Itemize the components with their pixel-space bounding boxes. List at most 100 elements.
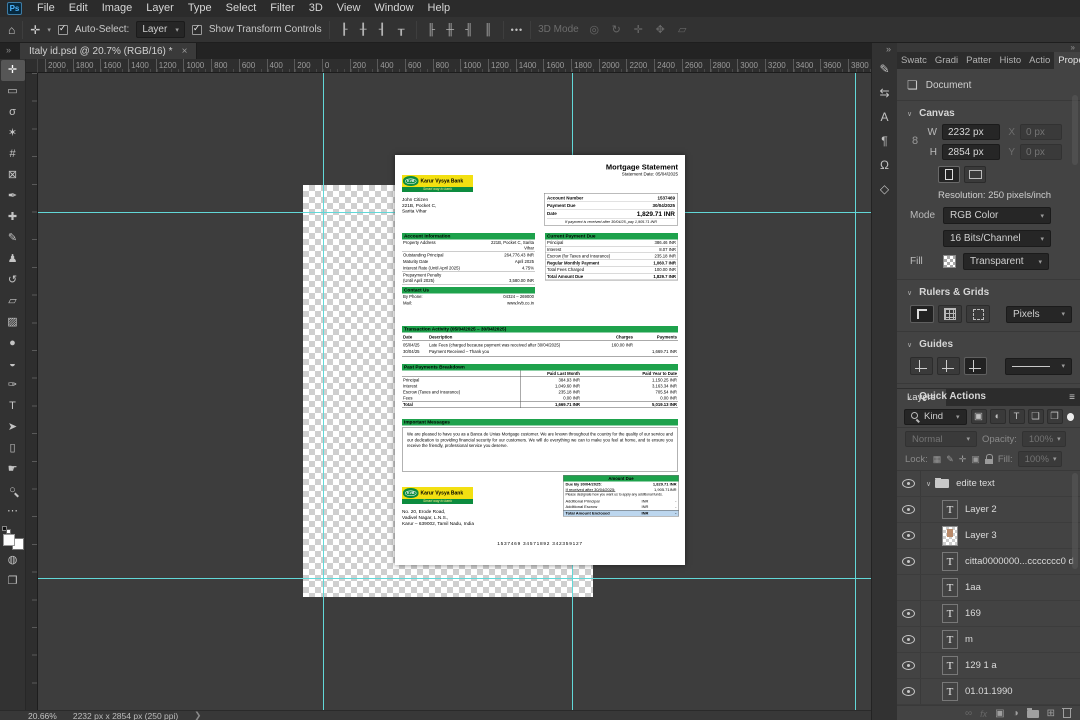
eye-icon[interactable] [902, 687, 915, 696]
ruler-units-dropdown[interactable]: Pixels ▾ [1006, 305, 1072, 323]
guide-vertical[interactable] [855, 73, 856, 710]
quick-mask-icon[interactable]: ◍ [1, 550, 25, 571]
visibility-cell[interactable] [897, 575, 921, 600]
portrait-orientation-button[interactable] [938, 166, 960, 183]
clone-stamp-tool[interactable]: ♟ [1, 249, 25, 270]
quick-actions-section-header[interactable]: ∨ Quick Actions [897, 384, 1080, 405]
brush-settings-panel-icon[interactable]: ✎ [874, 58, 896, 79]
3d-panel-icon[interactable]: ◇ [874, 178, 896, 199]
eye-icon[interactable] [902, 661, 915, 670]
object-selection-tool[interactable]: ✶ [1, 123, 25, 144]
auto-select-checkbox[interactable] [57, 23, 68, 35]
filter-kind-dropdown[interactable]: Kind ▾ [904, 408, 967, 425]
show-transform-checkbox[interactable] [191, 23, 202, 35]
toggle-rulers-button[interactable] [910, 305, 934, 323]
close-icon[interactable]: × [182, 46, 188, 57]
lock-position-icon[interactable]: ✛ [959, 454, 967, 465]
filter-smart-objects-icon[interactable]: ❒ [1046, 409, 1063, 424]
text-layer-thumbnail[interactable]: T [942, 578, 958, 597]
scrollbar[interactable] [1072, 473, 1078, 569]
rulers-grids-section-header[interactable]: ∨ Rulers & Grids [897, 280, 1080, 301]
visibility-cell[interactable] [897, 497, 921, 522]
menu-item[interactable]: Window [367, 2, 420, 14]
status-options-icon[interactable]: ❯ [194, 710, 201, 720]
layer-name[interactable]: Layer 3 [965, 530, 997, 541]
layer-row[interactable]: ∨ T 01.01.1990 [897, 679, 1080, 705]
toggle-grid-button[interactable] [938, 305, 962, 323]
layer-name[interactable]: edite text [956, 478, 995, 489]
opacity-field[interactable]: 100% ▾ [1021, 431, 1066, 447]
align-horizontal-centers-icon[interactable]: ╂ [356, 23, 371, 36]
screen-mode-icon[interactable]: ❐ [1, 571, 25, 592]
panel-tab[interactable]: Actio [1025, 52, 1054, 69]
eye-icon[interactable] [902, 479, 915, 488]
align-top-edges-icon[interactable]: ┰ [394, 23, 409, 36]
landscape-orientation-button[interactable] [964, 166, 986, 183]
visibility-cell[interactable] [897, 549, 921, 574]
canvas-viewport[interactable]: Mortgage Statement Statement Date: 05/04… [38, 73, 871, 710]
more-options-icon[interactable]: ••• [511, 25, 523, 35]
collapse-tools-icon[interactable]: » [0, 43, 20, 59]
visibility-cell[interactable] [897, 679, 921, 704]
menu-item[interactable]: File [30, 2, 62, 14]
fill-swatch[interactable] [943, 255, 956, 268]
link-layers-icon[interactable]: ∞ [965, 708, 972, 719]
chevron-down-icon[interactable]: ▾ [47, 26, 51, 34]
rectangle-tool[interactable]: ▯ [1, 438, 25, 459]
distribute-left-edges-icon[interactable]: ╟ [424, 24, 439, 36]
horizontal-ruler[interactable]: 2000 1800 1600 1400 1200 1000 800 600 400 200 0 200… [38, 59, 871, 73]
toggle-pixel-grid-button[interactable] [966, 305, 990, 323]
distribute-spacing-icon[interactable]: ║ [481, 24, 496, 36]
layer-name[interactable]: citta0000000...ccccccc0 d [965, 556, 1074, 567]
guide-horizontal[interactable] [38, 578, 871, 579]
crop-tool[interactable]: # [1, 144, 25, 165]
paragraph-panel-icon[interactable]: ¶ [874, 130, 896, 151]
visibility-cell[interactable] [897, 627, 921, 652]
eye-icon[interactable] [902, 635, 915, 644]
menu-item[interactable]: Image [95, 2, 140, 14]
eye-icon[interactable] [902, 557, 915, 566]
text-layer-thumbnail[interactable]: T [942, 682, 958, 701]
foreground-background-swatches[interactable] [1, 526, 25, 550]
lock-pixels-icon[interactable]: ✎ [946, 454, 954, 465]
new-layer-icon[interactable]: ⊞ [1047, 708, 1055, 719]
expand-panels-icon[interactable]: » [886, 44, 897, 55]
home-icon[interactable]: ⌂ [8, 23, 15, 37]
guide-vertical[interactable] [323, 73, 324, 710]
expand-chevron-icon[interactable]: ∨ [926, 480, 931, 488]
eye-icon[interactable] [902, 505, 915, 514]
move-tool[interactable]: ✛ [0, 60, 25, 81]
add-layer-mask-icon[interactable]: ▣ [995, 708, 1004, 719]
layer-row[interactable]: ∨ T Layer 3 [897, 523, 1080, 549]
menu-item[interactable]: View [330, 2, 368, 14]
type-tool[interactable]: T [1, 396, 25, 417]
pen-tool[interactable]: ✑ [1, 375, 25, 396]
menu-item[interactable]: 3D [302, 2, 330, 14]
visibility-cell[interactable] [897, 601, 921, 626]
bit-depth-dropdown[interactable]: 16 Bits/Channel ▾ [943, 230, 1051, 247]
mortgage-statement-layer[interactable]: Mortgage Statement Statement Date: 05/04… [395, 155, 685, 565]
frame-tool[interactable]: ⊠ [1, 165, 25, 186]
guide-style-dropdown[interactable]: ▾ [1004, 357, 1073, 375]
dodge-tool[interactable]: ◒ [1, 354, 25, 375]
visibility-cell[interactable] [897, 523, 921, 548]
lock-all-icon[interactable] [984, 454, 993, 464]
toggle-guides-button[interactable] [910, 357, 933, 375]
zoom-tool[interactable]: ○ [1, 480, 25, 501]
layer-name[interactable]: 169 [965, 608, 981, 619]
ruler-corner[interactable] [26, 59, 38, 73]
menu-item[interactable]: Filter [263, 2, 301, 14]
layer-name[interactable]: 1aa [965, 582, 981, 593]
panel-tab[interactable]: Gradi [931, 52, 962, 69]
delete-layer-icon[interactable] [1062, 708, 1072, 718]
layer-row[interactable]: ∨ T Layer 2 [897, 497, 1080, 523]
menu-item[interactable]: Help [421, 2, 458, 14]
character-panel-icon[interactable]: A [874, 106, 896, 127]
layer-row[interactable]: ∨ T 169 [897, 601, 1080, 627]
gradient-tool[interactable]: ▨ [1, 312, 25, 333]
panel-tab[interactable]: Patter [962, 52, 995, 69]
lock-guides-button[interactable] [963, 357, 987, 375]
menu-item[interactable]: Layer [139, 2, 181, 14]
layer-row[interactable]: ∨ T m [897, 627, 1080, 653]
panel-tab[interactable]: Histo [995, 52, 1025, 69]
